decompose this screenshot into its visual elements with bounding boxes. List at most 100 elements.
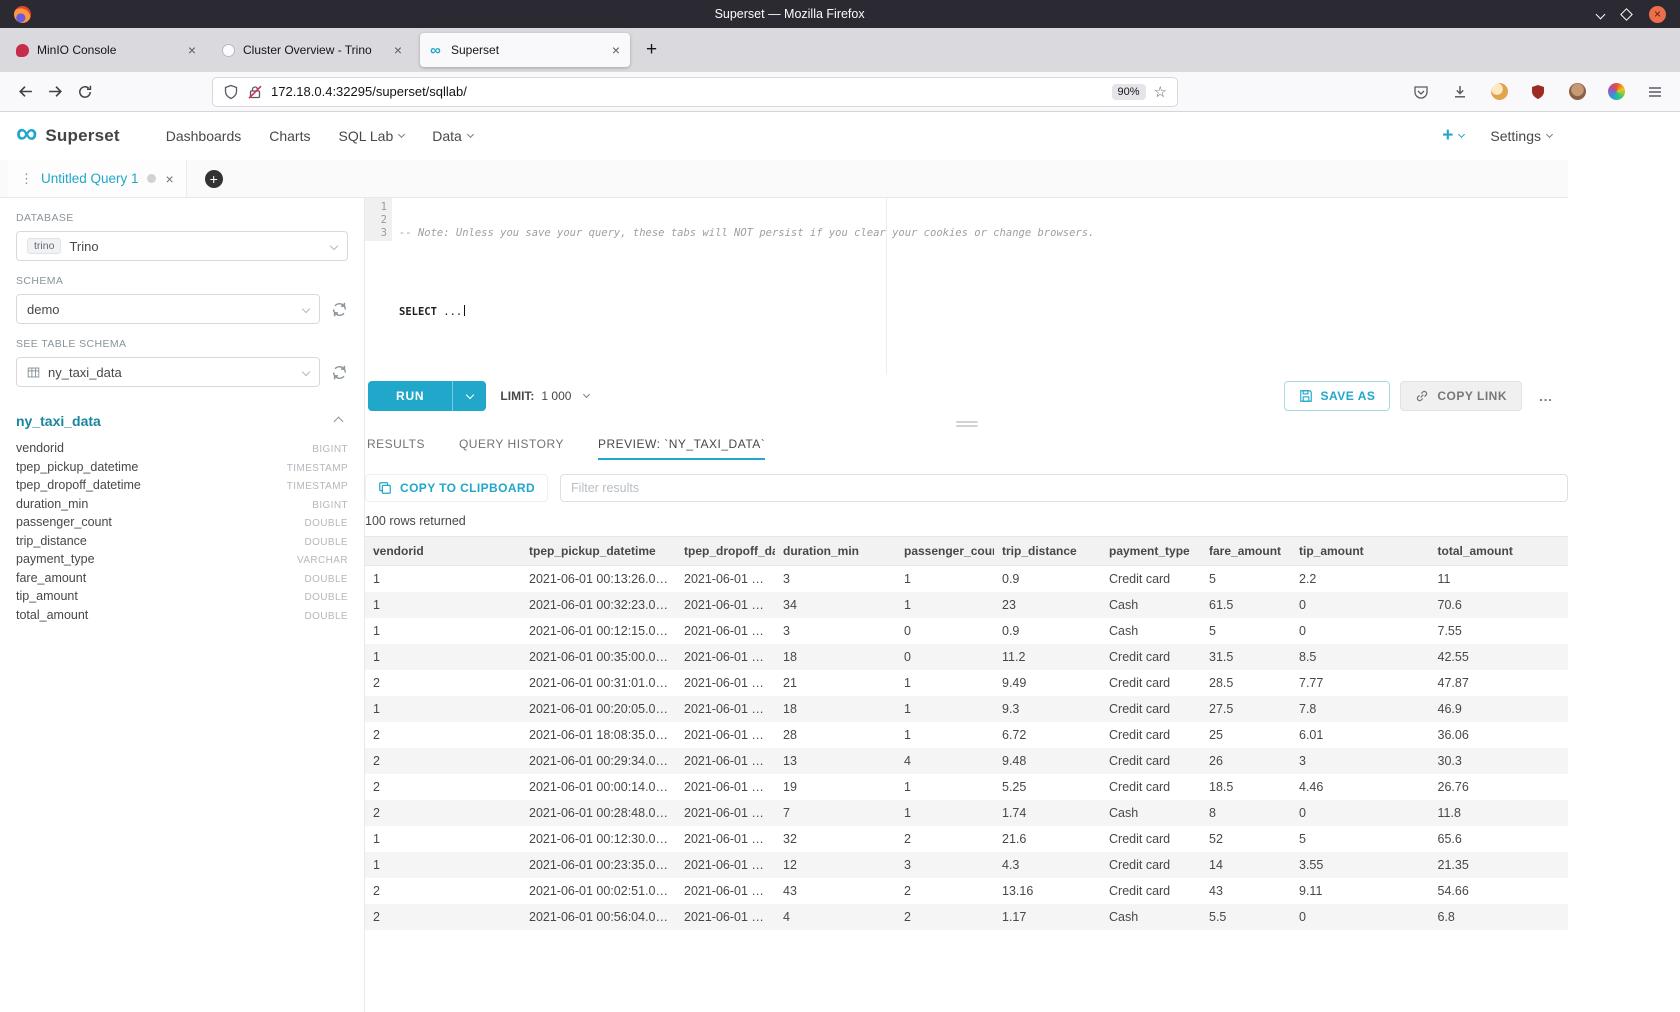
- nav-charts[interactable]: Charts: [269, 128, 310, 144]
- sql-editor[interactable]: 1 2 3 -- Note: Unless you save your quer…: [365, 198, 1568, 375]
- query-tab-close-icon[interactable]: ×: [166, 171, 174, 187]
- insecure-lock-icon[interactable]: [247, 84, 263, 100]
- refresh-schemas-icon[interactable]: [331, 301, 348, 318]
- extension-pinwheel-button[interactable]: [1601, 77, 1631, 107]
- window-shade-icon[interactable]: [1596, 9, 1606, 19]
- new-tab-button[interactable]: +: [638, 37, 665, 63]
- more-actions-button[interactable]: ...: [1532, 381, 1560, 411]
- column-header[interactable]: vendorid: [365, 537, 521, 566]
- table-schema-title[interactable]: ny_taxi_data: [16, 413, 101, 429]
- table-schema-panel-header[interactable]: ny_taxi_data: [16, 413, 348, 429]
- account-button[interactable]: [1562, 77, 1592, 107]
- table-cell: 2021-06-01 00:12:30.000: [521, 826, 676, 852]
- zoom-indicator[interactable]: 90%: [1112, 84, 1146, 100]
- tab-preview[interactable]: PREVIEW: `NY_TAXI_DATA`: [598, 430, 765, 460]
- save-as-button[interactable]: SAVE AS: [1284, 381, 1391, 411]
- table-row: 12021-06-01 00:23:35.0002021-06-01 00:36…: [365, 852, 1568, 878]
- table-select[interactable]: ny_taxi_data: [16, 357, 320, 387]
- superset-logo-icon[interactable]: ∞: [16, 119, 37, 149]
- tab-close-icon[interactable]: ×: [186, 42, 198, 58]
- column-header[interactable]: payment_type: [1101, 537, 1201, 566]
- downloads-button[interactable]: [1445, 77, 1475, 107]
- copy-to-clipboard-button[interactable]: COPY TO CLIPBOARD: [365, 474, 548, 502]
- run-dropdown-button[interactable]: [452, 381, 486, 411]
- table-cell: 2021-06-01 00:36:03.000: [676, 852, 775, 878]
- table-cell: 0.9: [994, 566, 1101, 593]
- browser-tab-trino[interactable]: Cluster Overview - Trino ×: [214, 33, 412, 67]
- nav-dashboards[interactable]: Dashboards: [166, 128, 242, 144]
- tab-query-history[interactable]: QUERY HISTORY: [459, 430, 564, 460]
- cookie-extension-icon: [1491, 83, 1508, 100]
- tab-close-icon[interactable]: ×: [392, 42, 404, 58]
- app-menu-button[interactable]: [1640, 77, 1670, 107]
- nav-sql-lab[interactable]: SQL Lab: [338, 128, 404, 144]
- column-header[interactable]: total_amount: [1430, 537, 1569, 566]
- tab-results[interactable]: RESULTS: [367, 430, 425, 460]
- column-header[interactable]: duration_min: [775, 537, 896, 566]
- refresh-tables-icon[interactable]: [331, 364, 348, 381]
- navigation-toolbar: 172.18.0.4:32295/superset/sqllab/ 90% ☆: [0, 72, 1680, 112]
- column-header[interactable]: passenger_count: [896, 537, 994, 566]
- schema-select-value: demo: [27, 302, 60, 317]
- browser-tab-superset[interactable]: ∞ Superset ×: [420, 33, 630, 67]
- back-button[interactable]: [10, 77, 40, 107]
- table-cell: 9.48: [994, 748, 1101, 774]
- forward-button[interactable]: [40, 77, 70, 107]
- query-tab-active[interactable]: ⋮ Untitled Query 1 ×: [8, 160, 187, 197]
- table-row: 12021-06-01 00:12:30.0002021-06-01 00:45…: [365, 826, 1568, 852]
- extension-cookie-button[interactable]: [1484, 77, 1514, 107]
- minio-favicon: [16, 44, 29, 57]
- table-cell: 2: [896, 904, 994, 930]
- column-header[interactable]: tpep_dropoff_datetime: [676, 537, 775, 566]
- new-query-tab-button[interactable]: +: [205, 170, 223, 188]
- limit-dropdown[interactable]: LIMIT: 1 000: [500, 389, 589, 403]
- column-type: DOUBLE: [304, 592, 348, 603]
- table-cell: 2: [896, 878, 994, 904]
- table-cell: 2021-06-01 00:36:06.000: [676, 800, 775, 826]
- brand-name[interactable]: Superset: [45, 126, 119, 146]
- results-actions-row: COPY TO CLIPBOARD: [365, 474, 1568, 502]
- nav-data[interactable]: Data: [432, 128, 473, 144]
- run-button[interactable]: RUN: [368, 381, 452, 411]
- column-header[interactable]: fare_amount: [1201, 537, 1291, 566]
- table-cell: 0: [1291, 800, 1430, 826]
- table-cell: 7: [775, 800, 896, 826]
- copy-link-button[interactable]: COPY LINK: [1400, 381, 1522, 411]
- settings-menu[interactable]: Settings: [1490, 128, 1552, 144]
- pocket-button[interactable]: [1406, 77, 1436, 107]
- bookmark-star-icon[interactable]: ☆: [1154, 83, 1167, 101]
- ublock-button[interactable]: [1523, 77, 1553, 107]
- column-header[interactable]: tip_amount: [1291, 537, 1430, 566]
- window-close-button[interactable]: ×: [1649, 6, 1666, 23]
- column-header[interactable]: tpep_pickup_datetime: [521, 537, 676, 566]
- editor-code-area[interactable]: -- Note: Unless you save your query, the…: [392, 198, 1568, 375]
- shield-permissions-icon[interactable]: [223, 84, 239, 100]
- window-maximize-icon[interactable]: [1620, 8, 1633, 21]
- url-text[interactable]: 172.18.0.4:32295/superset/sqllab/: [271, 84, 1104, 99]
- table-row: 22021-06-01 00:02:51.0002021-06-01 00:46…: [365, 878, 1568, 904]
- tab-close-icon[interactable]: ×: [610, 42, 622, 58]
- drag-handle-icon[interactable]: ⋮: [20, 171, 33, 187]
- table-cell: 8.5: [1291, 644, 1430, 670]
- save-icon: [1299, 389, 1313, 403]
- table-cell: 2021-06-01 00:45:02.000: [676, 826, 775, 852]
- chevron-up-icon[interactable]: [334, 416, 344, 426]
- database-select[interactable]: trino Trino: [16, 231, 348, 261]
- trino-favicon: [222, 44, 235, 57]
- table-row: 22021-06-01 18:08:35.0002021-06-01 18:36…: [365, 722, 1568, 748]
- browser-tab-minio[interactable]: MinIO Console ×: [8, 33, 206, 67]
- column-header[interactable]: trip_distance: [994, 537, 1101, 566]
- reload-button[interactable]: [70, 77, 100, 107]
- table-row: 12021-06-01 00:20:05.0002021-06-01 00:39…: [365, 696, 1568, 722]
- table-row: 22021-06-01 00:29:34.0002021-06-01 00:42…: [365, 748, 1568, 774]
- column-type: BIGINT: [312, 500, 348, 511]
- chevron-down-icon: [467, 131, 474, 138]
- url-bar[interactable]: 172.18.0.4:32295/superset/sqllab/ 90% ☆: [212, 77, 1178, 107]
- filter-results-input[interactable]: [560, 474, 1568, 502]
- panel-resize-handle[interactable]: [365, 417, 1568, 430]
- table-cell: 47.87: [1430, 670, 1569, 696]
- query-tab-title[interactable]: Untitled Query 1: [41, 171, 139, 186]
- schema-select[interactable]: demo: [16, 294, 320, 324]
- new-item-button[interactable]: +: [1442, 125, 1464, 147]
- table-cell: 34: [775, 592, 896, 618]
